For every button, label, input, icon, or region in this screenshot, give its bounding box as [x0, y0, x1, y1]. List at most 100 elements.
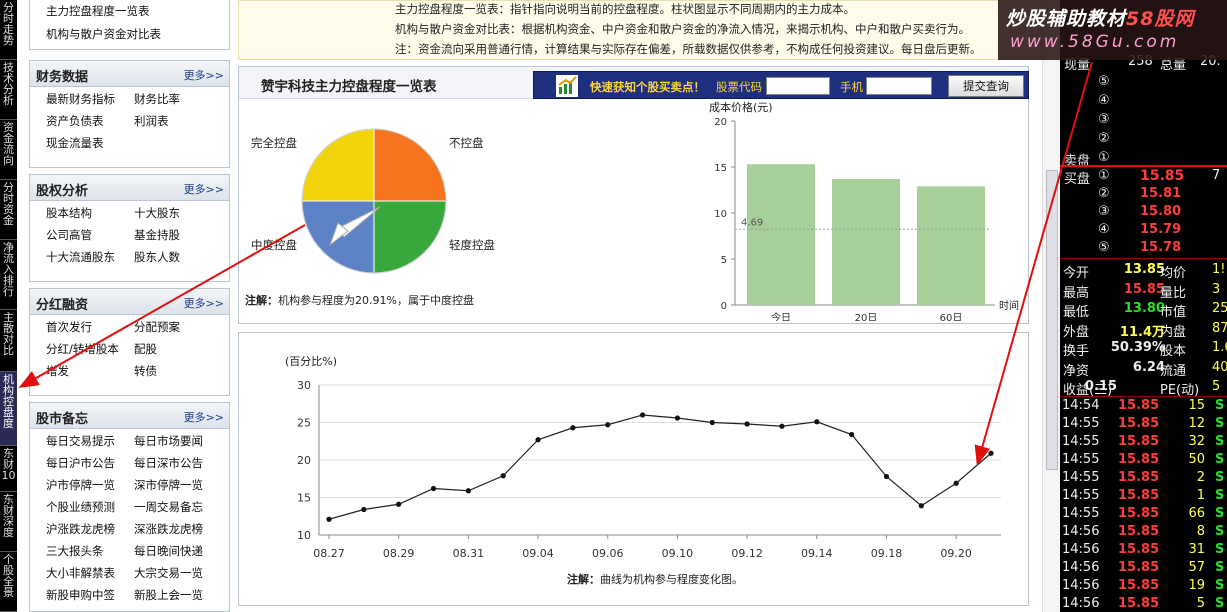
nav-link[interactable]: 新股申购中签 [46, 587, 134, 603]
vertical-scrollbar[interactable] [1042, 0, 1060, 612]
vtab-0[interactable]: 分时走势 [0, 0, 17, 60]
more-link[interactable]: 更多>> [184, 295, 224, 311]
nav-link[interactable]: 分红/转增股本 [46, 341, 134, 357]
sell-level: ② [1060, 131, 1227, 149]
tick-row: 14:56 15.85 8 S [1060, 524, 1227, 542]
more-link[interactable]: 更多>> [184, 409, 224, 425]
vtab-3[interactable]: 分时资金 [0, 180, 17, 240]
time: 14:56 [1062, 542, 1100, 557]
nav-link[interactable]: 每日深市公告 [134, 455, 234, 471]
level: ③ [1098, 204, 1110, 219]
nav-link[interactable]: 每日交易提示 [46, 433, 134, 449]
data-point [361, 506, 367, 513]
time: 14:56 [1062, 578, 1100, 593]
stock-code-input[interactable] [766, 77, 830, 95]
sell-level: ⑤ [1060, 74, 1227, 92]
line-note: 注解：曲线为机构参与程度变化图。 [567, 571, 743, 587]
watermark-line-2: www.58Gu.com [1010, 32, 1180, 52]
buy-level: ④ 15.79 [1060, 222, 1227, 240]
nav-link[interactable]: 沪市停牌一览 [46, 477, 134, 493]
data-point [605, 422, 611, 428]
nav-link[interactable]: 一周交易备忘 [134, 499, 234, 515]
link-fund-compare[interactable]: 机构与散户资金对比表 [46, 26, 161, 42]
line-note-key: 注解： [567, 573, 600, 586]
buy-level: ② 15.81 [1060, 186, 1227, 204]
data-point [396, 501, 402, 507]
level: ① [1098, 150, 1110, 165]
nav-link[interactable]: 现金流量表 [46, 135, 134, 151]
nav-link[interactable]: 深市停牌一览 [134, 477, 234, 493]
time: 14:56 [1062, 560, 1100, 575]
top-links-panel: 主力控盘程度一览表 机构与散户资金对比表 [29, 0, 230, 50]
tick-row: 14:56 15.85 57 S [1060, 560, 1227, 578]
nav-link[interactable]: 沪涨跌龙虎榜 [46, 521, 134, 537]
vertical-tab-strip: 分时走势 技术分析 资金流向 分时资金 净流入排行 主散对比 机构控盘度 东财10 东财深度 个股… [0, 0, 17, 612]
pie-label: 中度控盘 [251, 238, 297, 252]
nav-link[interactable]: 每日晚间快递 [134, 543, 234, 559]
nav-link[interactable]: 转债 [134, 363, 234, 379]
data-point [535, 437, 541, 443]
data-point [639, 412, 646, 418]
qty: 15 [1188, 398, 1205, 413]
line-x-tick: 08.31 [453, 547, 485, 560]
more-link[interactable]: 更多>> [184, 67, 224, 83]
nav-link[interactable]: 增发 [46, 363, 134, 379]
pie-label: 不控盘 [449, 136, 484, 150]
nav-section-3: 股市备忘 更多>> 每日交易提示 每日市场要闻 每日沪市公告 每日深市公告 沪市停牌一览 深市… [29, 402, 230, 612]
more-link[interactable]: 更多>> [184, 181, 224, 197]
nav-link[interactable]: 三大报头条 [46, 543, 134, 559]
nav-link[interactable]: 大宗交易一览 [134, 565, 234, 581]
vtab-7[interactable]: 东财10 [0, 446, 17, 492]
link-control-table[interactable]: 主力控盘程度一览表 [46, 3, 150, 19]
nav-link[interactable]: 股本结构 [46, 205, 134, 221]
level: ② [1098, 131, 1110, 146]
scrollbar-thumb[interactable] [1046, 170, 1058, 470]
nav-link[interactable]: 个股业绩预测 [46, 499, 134, 515]
side: S [1215, 524, 1225, 539]
nav-link[interactable]: 十大股东 [134, 205, 234, 221]
nav-link[interactable]: 最新财务指标 [46, 91, 134, 107]
nav-link[interactable]: 公司高管 [46, 227, 134, 243]
nav-link[interactable]: 深涨跌龙虎榜 [134, 521, 234, 537]
side: S [1215, 488, 1225, 503]
data-point [674, 415, 681, 421]
tick-row: 14:56 15.85 19 S [1060, 578, 1227, 596]
vtab-9[interactable]: 个股全景 [0, 552, 17, 612]
nav-link[interactable]: 大小非解禁表 [46, 565, 134, 581]
price: 15.85 [1118, 452, 1160, 467]
nav-link[interactable]: 资产负债表 [46, 113, 134, 129]
price: 15.85 [1118, 398, 1160, 413]
stat-row: 今开 13.85 均价 1! [1060, 262, 1227, 281]
phone-input[interactable] [866, 77, 932, 95]
vtab-8[interactable]: 东财深度 [0, 492, 17, 552]
reference-label: 4.69 [741, 217, 763, 228]
vtab-2[interactable]: 资金流向 [0, 120, 17, 180]
vtab-6[interactable]: 机构控盘度 [0, 372, 17, 446]
nav-link[interactable]: 新股上会一览 [134, 587, 234, 603]
nav-link[interactable]: 股东人数 [134, 249, 234, 265]
vtab-1[interactable]: 技术分析 [0, 60, 17, 120]
nav-link[interactable]: 每日市场要闻 [134, 433, 234, 449]
level: ④ [1098, 222, 1110, 237]
label: 市值 [1160, 305, 1187, 320]
nav-link[interactable]: 首次发行 [46, 319, 134, 335]
nav-link[interactable]: 基金持股 [134, 227, 234, 243]
submit-query-button[interactable]: 提交查询 [948, 75, 1024, 97]
nav-link[interactable]: 利润表 [134, 113, 234, 129]
nav-link[interactable]: 财务比率 [134, 91, 234, 107]
panel-title: 赞宇科技主力控盘程度一览表 [261, 79, 437, 95]
vtab-5[interactable]: 主散对比 [0, 310, 17, 372]
nav-link[interactable]: 分配预案 [134, 319, 234, 335]
time: 14:55 [1062, 470, 1100, 485]
bar-y-tick: 10 [714, 209, 727, 220]
nav-section-title: 财务数据 [36, 70, 89, 85]
line-x-tick: 08.27 [313, 547, 345, 560]
nav-link[interactable]: 配股 [134, 341, 234, 357]
data-point [744, 421, 750, 427]
sell-level: ③ [1060, 112, 1227, 130]
nav-link[interactable]: 十大流通股东 [46, 249, 134, 265]
tick-row: 14:55 15.85 12 S [1060, 416, 1227, 434]
label: 今开 [1063, 266, 1090, 281]
vtab-4[interactable]: 净流入排行 [0, 240, 17, 310]
nav-link[interactable]: 每日沪市公告 [46, 455, 134, 471]
